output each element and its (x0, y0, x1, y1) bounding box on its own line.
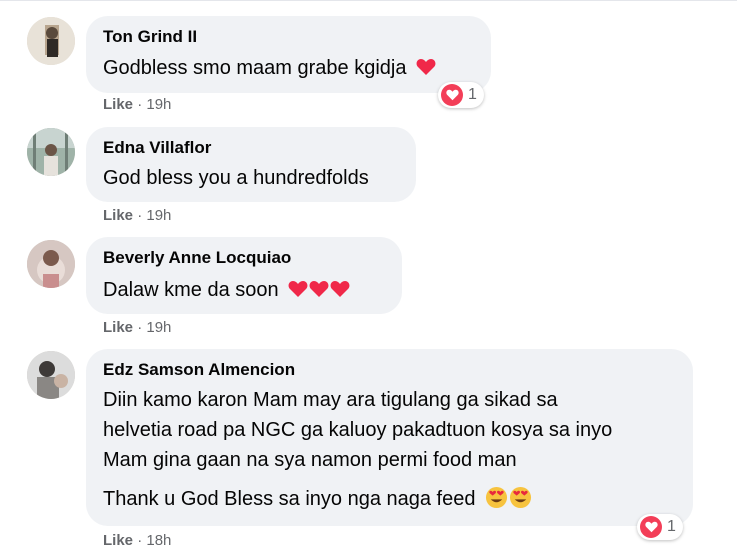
comment-line: Dalaw kme da soon (103, 279, 279, 301)
timestamp[interactable]: 19h (146, 207, 171, 224)
comment-text: Dalaw kme da soon (103, 275, 350, 305)
comment-meta: Like · 19h (103, 319, 171, 336)
avatar-photo (27, 17, 75, 65)
comment-meta: Like · 18h (103, 532, 171, 549)
separator: · (137, 319, 147, 336)
reaction-count: 1 (667, 518, 676, 535)
like-button[interactable]: Like (103, 532, 133, 549)
comment-bubble: Edz Samson Almencion Diin kamo karon Mam… (86, 349, 693, 526)
comment-line: Mam gina gaan na sya namon permi food ma… (103, 449, 517, 471)
heart-emoji-icon (288, 281, 308, 297)
commenter-name[interactable]: Edz Samson Almencion (103, 360, 295, 380)
like-button[interactable]: Like (103, 207, 133, 224)
comment-bubble: Ton Grind II Godbless smo maam grabe kgi… (86, 16, 491, 93)
avatar-photo (27, 240, 75, 288)
comment-text: Diin kamo karon Mam may ara tigulang ga … (103, 385, 612, 514)
avatar[interactable] (27, 128, 75, 176)
comment-text: God bless you a hundredfolds (103, 163, 369, 193)
heart-emoji-icon (416, 59, 436, 75)
comment-line: helvetia road pa NGC ga kaluoy pakadtuon… (103, 419, 613, 441)
love-reaction-icon (441, 84, 463, 106)
comment-line: Godbless smo maam grabe kgidja (103, 57, 407, 79)
timestamp[interactable]: 19h (146, 96, 171, 113)
comment-text: Godbless smo maam grabe kgidja (103, 53, 436, 83)
reaction-summary[interactable]: 1 (438, 82, 484, 108)
comment-line: Thank u God Bless sa inyo nga naga feed (103, 488, 476, 510)
scrollbar[interactable] (737, 0, 750, 551)
reaction-count: 1 (468, 86, 477, 103)
avatar[interactable] (27, 351, 75, 399)
separator: · (137, 207, 147, 224)
heart-emoji-icon (309, 281, 329, 297)
avatar-photo (27, 128, 75, 176)
love-reaction-icon (640, 516, 662, 538)
avatar[interactable] (27, 17, 75, 65)
comment-bubble: Beverly Anne Locquiao Dalaw kme da soon (86, 237, 402, 314)
comment-meta: Like · 19h (103, 207, 171, 224)
heart-eyes-emoji-icon (510, 486, 532, 509)
timestamp[interactable]: 19h (146, 319, 171, 336)
avatar-photo (27, 351, 75, 399)
like-button[interactable]: Like (103, 319, 133, 336)
comment-line: God bless you a hundredfolds (103, 167, 369, 189)
reaction-summary[interactable]: 1 (637, 514, 683, 540)
separator: · (137, 96, 147, 113)
comment-line-with-emoji: Thank u God Bless sa inyo nga naga feed (103, 484, 612, 514)
timestamp[interactable]: 18h (146, 532, 171, 549)
like-button[interactable]: Like (103, 96, 133, 113)
heart-emoji-icon (330, 281, 350, 297)
top-divider (0, 0, 737, 1)
commenter-name[interactable]: Beverly Anne Locquiao (103, 248, 291, 268)
comment-meta: Like · 19h (103, 96, 171, 113)
comment-bubble: Edna Villaflor God bless you a hundredfo… (86, 127, 416, 202)
commenter-name[interactable]: Edna Villaflor (103, 138, 211, 158)
comment-line: Diin kamo karon Mam may ara tigulang ga … (103, 389, 558, 411)
separator: · (137, 532, 147, 549)
avatar[interactable] (27, 240, 75, 288)
heart-eyes-emoji-icon (486, 486, 508, 509)
commenter-name[interactable]: Ton Grind II (103, 27, 197, 47)
